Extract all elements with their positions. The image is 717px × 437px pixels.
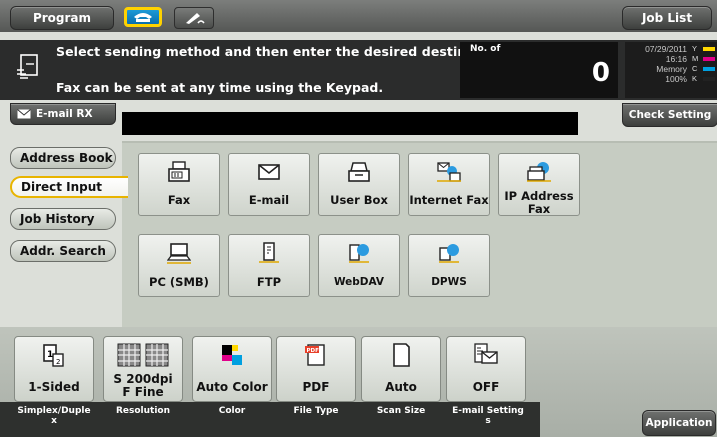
file-type-value: PDF	[302, 380, 330, 394]
counter-value: 0	[591, 58, 610, 88]
scan-fax-mode-button[interactable]	[124, 7, 162, 27]
resolution-button[interactable]: S 200dpi F Fine	[103, 336, 183, 402]
pc-smb-label: PC (SMB)	[149, 275, 209, 289]
internet-fax-button[interactable]: Internet Fax	[408, 153, 490, 216]
scan-size-caption: Scan Size	[376, 406, 426, 416]
user-box-button[interactable]: User Box	[318, 153, 400, 216]
annotation-mode-button[interactable]	[174, 7, 214, 29]
envelope-icon	[17, 109, 31, 119]
toner-y-level	[703, 47, 715, 51]
pen-icon	[186, 13, 205, 24]
counter-label: No. of	[470, 44, 501, 54]
user-box-label: User Box	[330, 193, 388, 207]
email-label: E-mail	[248, 193, 290, 207]
resolution-icon	[117, 343, 169, 367]
color-value: Auto Color	[196, 380, 268, 394]
simplex-duplex-value: 1-Sided	[28, 380, 80, 394]
status-date: 07/29/2011	[645, 44, 687, 54]
tab-address-book[interactable]: Address Book	[10, 147, 116, 169]
instruction-text: Select sending method and then enter the…	[56, 44, 508, 59]
document-send-icon	[17, 54, 38, 79]
file-type-button[interactable]: PDF PDF	[276, 336, 356, 402]
pc-smb-button[interactable]: PC (SMB)	[138, 234, 220, 297]
toner-y-label: Y	[692, 44, 698, 53]
send-screen: Program Job List Select sending method a…	[0, 0, 717, 437]
email-rx-label: E-mail RX	[36, 108, 93, 120]
toner-m-label: M	[692, 54, 699, 63]
internet-fax-label: Internet Fax	[409, 193, 489, 207]
memory-label: Memory	[656, 64, 687, 74]
webdav-button[interactable]: WebDAV	[318, 234, 400, 297]
scan-size-button[interactable]: Auto	[361, 336, 441, 402]
ftp-button[interactable]: FTP	[228, 234, 310, 297]
destination-field[interactable]	[122, 112, 578, 135]
check-setting-button[interactable]: Check Setting	[622, 103, 717, 127]
simplex-duplex-button[interactable]: 1 2 1-Sided	[14, 336, 94, 402]
ip-address-fax-label: IP Address Fax	[504, 189, 574, 216]
fax-label: Fax	[167, 193, 191, 207]
email-settings-value: OFF	[472, 380, 500, 394]
internet-fax-icon	[437, 162, 461, 182]
toner-m-level	[703, 57, 715, 61]
envelope-icon	[258, 164, 280, 180]
tab-addr-search[interactable]: Addr. Search	[10, 240, 116, 262]
status-time: 16:16	[665, 54, 687, 64]
svg-text:PDF: PDF	[307, 348, 320, 354]
scan-size-value: Auto	[385, 380, 417, 394]
fax-icon	[168, 161, 190, 182]
email-settings-button[interactable]: OFF	[446, 336, 526, 402]
toner-c-label: C	[692, 64, 698, 73]
toner-k-level	[703, 77, 715, 81]
ip-address-fax-icon	[527, 162, 551, 182]
color-caption: Color	[218, 406, 246, 416]
email-settings-icon	[474, 343, 498, 364]
email-settings-caption: E-mail Setting s	[452, 406, 524, 426]
memory-value: 100%	[665, 74, 687, 84]
auto-color-icon	[222, 345, 242, 365]
tab-job-history[interactable]: Job History	[10, 208, 116, 230]
toner-k-label: K	[692, 74, 698, 83]
ftp-icon	[259, 242, 279, 263]
file-type-caption: File Type	[293, 406, 339, 416]
ftp-label: FTP	[256, 275, 282, 289]
fax-button[interactable]: Fax	[138, 153, 220, 216]
user-box-icon	[348, 162, 370, 182]
application-button[interactable]: Application	[642, 410, 716, 436]
page-icon	[393, 343, 410, 367]
pdf-file-icon: PDF	[305, 344, 325, 366]
dpws-button[interactable]: DPWS	[408, 234, 490, 297]
fax-phone-icon	[134, 13, 152, 22]
webdav-icon	[349, 244, 369, 263]
dpws-icon	[439, 244, 459, 263]
program-button[interactable]: Program	[10, 6, 114, 30]
svg-text:2: 2	[56, 358, 60, 366]
email-rx-button[interactable]: E-mail RX	[10, 103, 116, 125]
resolution-caption: Resolution	[115, 406, 171, 416]
dpws-label: DPWS	[431, 276, 467, 288]
keypad-hint-text: Fax can be sent at any time using the Ke…	[56, 80, 384, 95]
color-button[interactable]: Auto Color	[192, 336, 272, 402]
tab-direct-input[interactable]: Direct Input	[10, 176, 128, 198]
job-list-button[interactable]: Job List	[622, 6, 712, 30]
ip-address-fax-button[interactable]: IP Address Fax	[498, 153, 580, 216]
toner-c-level	[703, 67, 715, 71]
resolution-value: S 200dpi F Fine	[113, 372, 173, 399]
email-button[interactable]: E-mail	[228, 153, 310, 216]
single-side-icon: 1 2	[43, 344, 64, 367]
pc-icon	[167, 243, 191, 264]
webdav-label: WebDAV	[333, 276, 385, 288]
simplex-duplex-caption: Simplex/Duple x	[17, 406, 91, 426]
